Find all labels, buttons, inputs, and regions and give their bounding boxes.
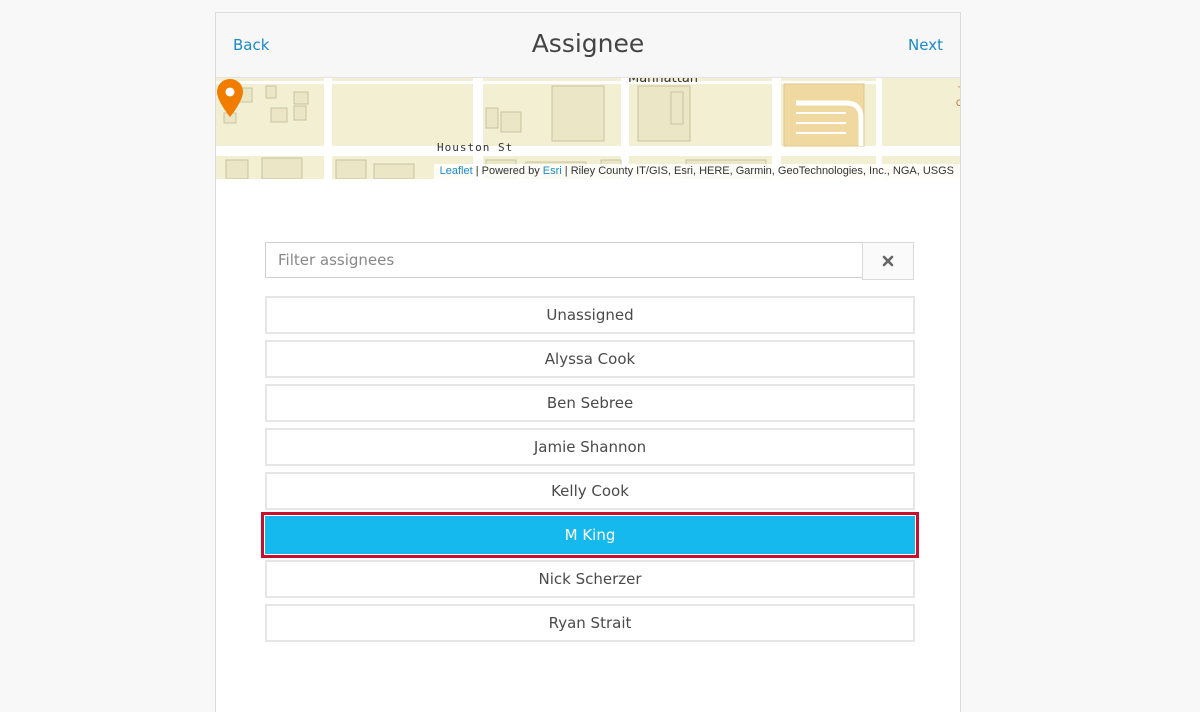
assignee-item-nick-scherzer[interactable]: Nick Scherzer: [265, 560, 915, 598]
attribution-sources: | Riley County IT/GIS, Esri, HERE, Garmi…: [561, 165, 954, 177]
assignee-item-m-king[interactable]: M King: [261, 512, 919, 558]
assignee-item-ryan-strait[interactable]: Ryan Strait: [265, 604, 915, 642]
svg-text:T: T: [958, 85, 960, 95]
map-attribution: Leaflet | Powered by Esri | Riley County…: [433, 164, 960, 179]
assignee-item-alyssa-cook[interactable]: Alyssa Cook: [265, 340, 915, 378]
assignee-item-ben-sebree[interactable]: Ben Sebree: [265, 384, 915, 422]
esri-link[interactable]: Esri: [543, 165, 562, 177]
svg-text:C: C: [956, 98, 960, 108]
clear-filter-button[interactable]: [862, 242, 914, 280]
map-pin-icon[interactable]: [216, 78, 244, 118]
location-map[interactable]: T C Manhattan Houston St Leaflet | Power…: [216, 78, 960, 179]
assignee-item-jamie-shannon[interactable]: Jamie Shannon: [265, 428, 915, 466]
map-area-label: Manhattan: [628, 78, 699, 86]
assignee-item-kelly-cook[interactable]: Kelly Cook: [265, 472, 915, 510]
assignee-panel: Back Assignee Next T C Manhattan Houston…: [215, 12, 961, 712]
map-street-label: Houston St: [437, 141, 514, 154]
filter-row: [265, 242, 915, 280]
header-bar: Back Assignee Next: [216, 13, 960, 78]
attribution-powered-by: | Powered by: [472, 165, 543, 177]
leaflet-link[interactable]: Leaflet: [440, 165, 473, 177]
filter-assignees-input[interactable]: [265, 242, 863, 278]
close-icon: [882, 255, 894, 267]
page-title: Assignee: [531, 29, 645, 58]
assignee-item-unassigned[interactable]: Unassigned: [265, 296, 915, 334]
assignee-list: Unassigned Alyssa Cook Ben Sebree Jamie …: [261, 296, 919, 648]
next-button[interactable]: Next: [908, 36, 943, 54]
